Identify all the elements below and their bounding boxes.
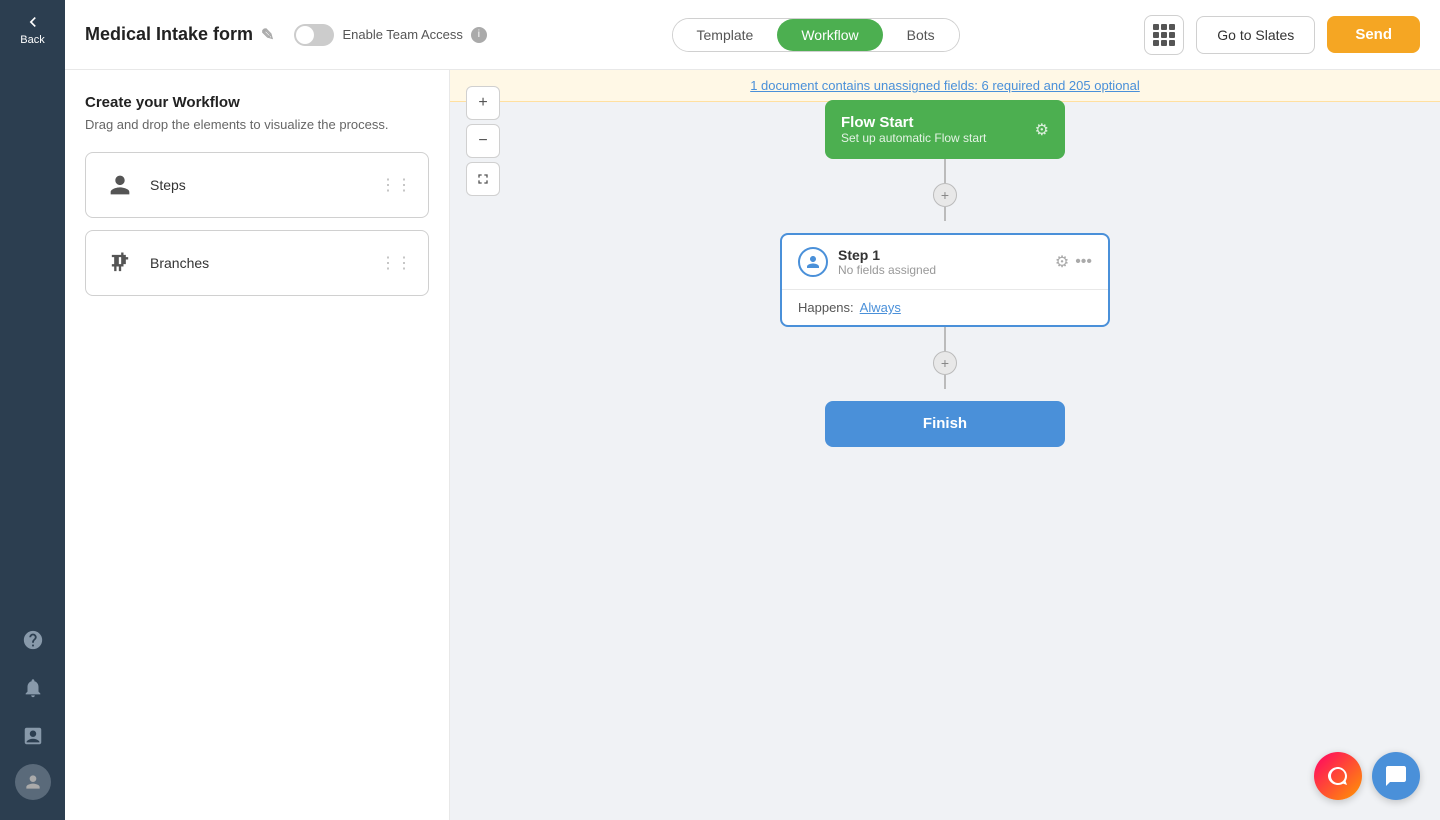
left-panel-heading: Create your Workflow xyxy=(85,94,429,111)
flow-start-content: Flow Start Set up automatic Flow start xyxy=(841,114,986,145)
flow-start-title: Flow Start xyxy=(841,114,986,131)
step1-node[interactable]: Step 1 No fields assigned ⚙ ••• Happens:… xyxy=(780,233,1110,327)
help-chat-button[interactable] xyxy=(1314,752,1362,800)
sidebar-item-help[interactable] xyxy=(13,620,53,660)
sidebar-item-reports[interactable] xyxy=(13,716,53,756)
connector-1: + xyxy=(933,159,957,221)
workflow-canvas: 1 document contains unassigned fields: 6… xyxy=(450,70,1440,820)
team-access-toggle[interactable] xyxy=(294,24,334,46)
connector-2: + xyxy=(933,327,957,389)
content-area: Create your Workflow Drag and drop the e… xyxy=(65,70,1440,820)
finish-node[interactable]: Finish xyxy=(825,401,1065,447)
tab-template[interactable]: Template xyxy=(673,19,778,51)
step1-title: Step 1 xyxy=(838,247,936,263)
happens-label: Happens: xyxy=(798,300,854,315)
back-label: Back xyxy=(20,34,44,46)
goto-slates-button[interactable]: Go to Slates xyxy=(1196,16,1315,54)
tab-bots[interactable]: Bots xyxy=(883,19,959,51)
step1-subtitle: No fields assigned xyxy=(838,263,936,277)
sidebar-item-notifications[interactable] xyxy=(13,668,53,708)
zoom-out-button[interactable]: − xyxy=(466,124,500,158)
add-node-button-2[interactable]: + xyxy=(933,351,957,375)
page-title-area: Medical Intake form ✎ xyxy=(85,24,274,45)
grid-icon xyxy=(1153,24,1175,46)
zoom-in-button[interactable]: + xyxy=(466,86,500,120)
flow-start-node[interactable]: Flow Start Set up automatic Flow start ⚙ xyxy=(825,100,1065,159)
step1-settings-icon[interactable]: ⚙ xyxy=(1055,252,1069,272)
tab-group-area: Template Workflow Bots xyxy=(487,18,1144,52)
step1-footer: Happens: Always xyxy=(782,290,1108,325)
v-line-2b xyxy=(944,375,946,389)
steps-card[interactable]: Steps ⋮⋮ xyxy=(85,152,429,218)
flow-start-subtitle: Set up automatic Flow start xyxy=(841,131,986,145)
v-line-2 xyxy=(944,327,946,351)
tab-group: Template Workflow Bots xyxy=(672,18,960,52)
fullscreen-button[interactable] xyxy=(466,162,500,196)
team-access-toggle-area: Enable Team Access i xyxy=(294,24,486,46)
left-panel: Create your Workflow Drag and drop the e… xyxy=(65,70,450,820)
steps-card-left: Steps xyxy=(102,167,186,203)
topbar: Medical Intake form ✎ Enable Team Access… xyxy=(65,0,1440,70)
workflow-area: Flow Start Set up automatic Flow start ⚙… xyxy=(450,70,1440,820)
topbar-right: Go to Slates Send xyxy=(1144,15,1420,55)
steps-icon xyxy=(102,167,138,203)
branches-label: Branches xyxy=(150,255,209,271)
left-panel-description: Drag and drop the elements to visualize … xyxy=(85,117,429,132)
grid-view-button[interactable] xyxy=(1144,15,1184,55)
sidebar-user-avatar[interactable] xyxy=(15,764,51,800)
add-node-button-1[interactable]: + xyxy=(933,183,957,207)
page-title: Medical Intake form xyxy=(85,24,253,45)
step1-info: Step 1 No fields assigned xyxy=(838,247,936,277)
main-content: Medical Intake form ✎ Enable Team Access… xyxy=(65,0,1440,820)
branches-card[interactable]: Branches ⋮⋮ xyxy=(85,230,429,296)
branches-card-left: Branches xyxy=(102,245,209,281)
steps-label: Steps xyxy=(150,177,186,193)
canvas-tools: + − xyxy=(466,86,500,196)
sidebar: Back xyxy=(0,0,65,820)
steps-drag-handle[interactable]: ⋮⋮ xyxy=(380,175,412,195)
edit-title-icon[interactable]: ✎ xyxy=(261,25,274,45)
step1-more-icon[interactable]: ••• xyxy=(1075,253,1092,271)
step1-avatar xyxy=(798,247,828,277)
branches-icon xyxy=(102,245,138,281)
chat-button[interactable] xyxy=(1372,752,1420,800)
branches-drag-handle[interactable]: ⋮⋮ xyxy=(380,253,412,273)
step1-left: Step 1 No fields assigned xyxy=(798,247,936,277)
floating-buttons xyxy=(1314,752,1420,800)
toggle-label: Enable Team Access xyxy=(342,27,462,42)
step1-header: Step 1 No fields assigned ⚙ ••• xyxy=(782,235,1108,290)
v-line-1b xyxy=(944,207,946,221)
always-link[interactable]: Always xyxy=(860,300,901,315)
back-button[interactable]: Back xyxy=(20,12,44,46)
flow-start-settings-icon[interactable]: ⚙ xyxy=(1035,120,1049,140)
finish-label: Finish xyxy=(923,415,967,432)
tab-workflow[interactable]: Workflow xyxy=(777,19,882,51)
info-icon[interactable]: i xyxy=(471,27,487,43)
send-button[interactable]: Send xyxy=(1327,16,1420,53)
step1-actions: ⚙ ••• xyxy=(1055,252,1092,272)
v-line-1 xyxy=(944,159,946,183)
